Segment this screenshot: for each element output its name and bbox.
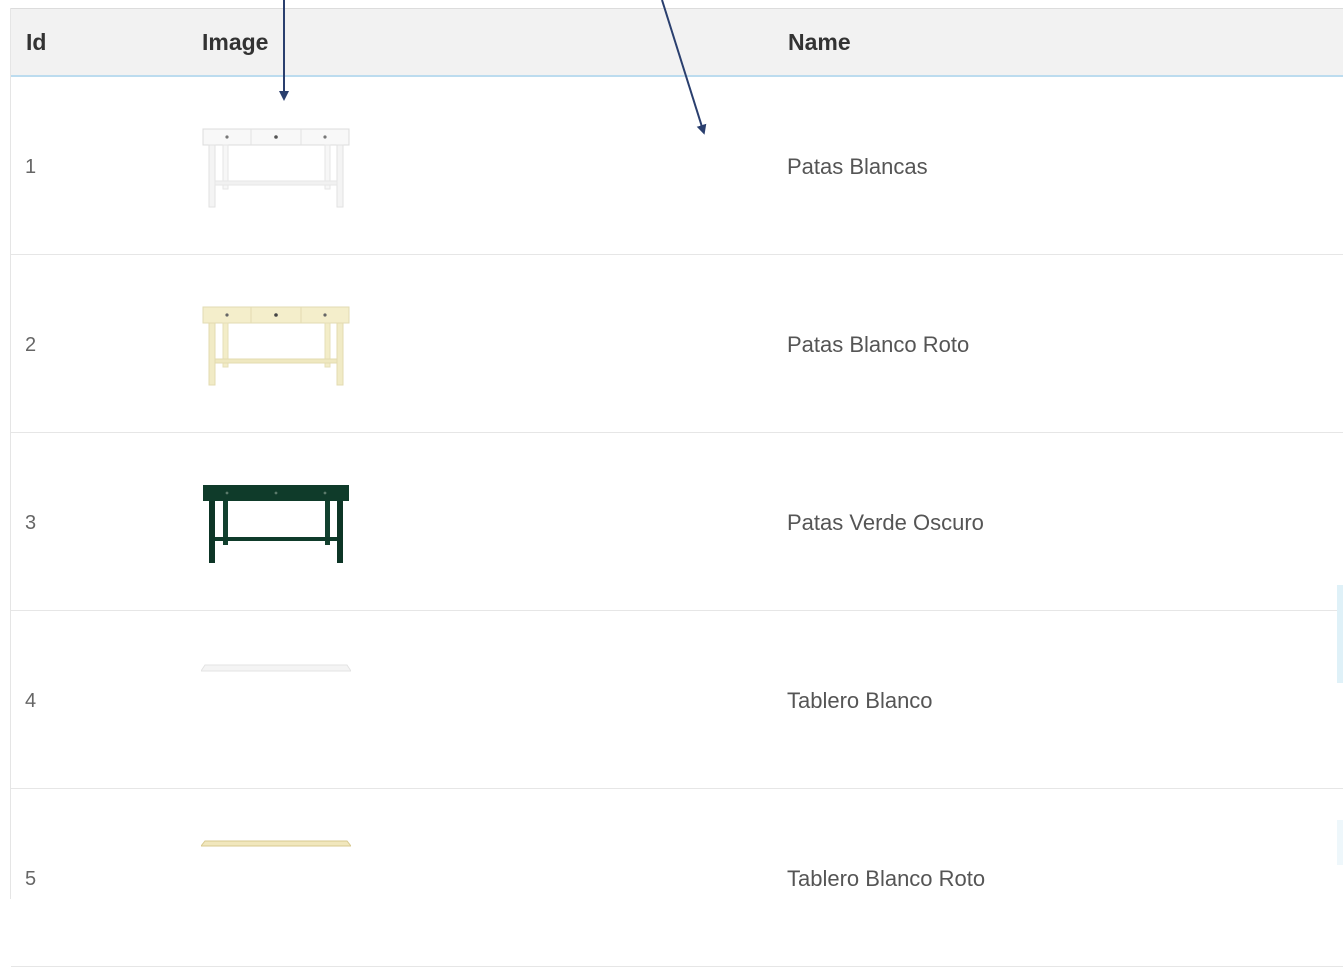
table-header: Id Image Name (11, 8, 1343, 77)
table-row[interactable]: 1 Patas Blancas (11, 77, 1343, 255)
table-row[interactable]: 3 Patas Verde Oscuro (11, 433, 1343, 611)
row-name: Tablero Blanco (787, 688, 933, 713)
cream-console-table-image (202, 306, 350, 386)
row-id: 3 (25, 512, 37, 534)
scroll-indicator[interactable] (1337, 820, 1343, 865)
row-name: Patas Blancas (787, 154, 928, 179)
dark-green-console-table-image (203, 485, 349, 563)
white-console-table-image (202, 128, 350, 208)
cream-table-top-image (201, 840, 351, 847)
column-header-image[interactable]: Image (202, 29, 268, 56)
column-header-name[interactable]: Name (788, 29, 851, 56)
scroll-indicator[interactable] (1337, 585, 1343, 683)
data-table: Id Image Name 1 Patas Blancas 2 Patas Bl… (10, 8, 1343, 967)
row-id: 4 (25, 690, 37, 712)
white-table-top-image (201, 664, 351, 672)
table-row[interactable]: 4 Tablero Blanco (11, 611, 1343, 789)
table-row[interactable]: 2 Patas Blanco Roto (11, 255, 1343, 433)
row-name: Patas Verde Oscuro (787, 510, 984, 535)
row-id: 5 (25, 868, 37, 890)
row-name: Patas Blanco Roto (787, 332, 970, 357)
row-id: 2 (25, 334, 37, 356)
row-name: Tablero Blanco Roto (787, 866, 986, 891)
row-id: 1 (25, 156, 37, 178)
table-row[interactable]: 5 Tablero Blanco Roto (11, 789, 1343, 967)
column-header-id[interactable]: Id (26, 29, 46, 56)
